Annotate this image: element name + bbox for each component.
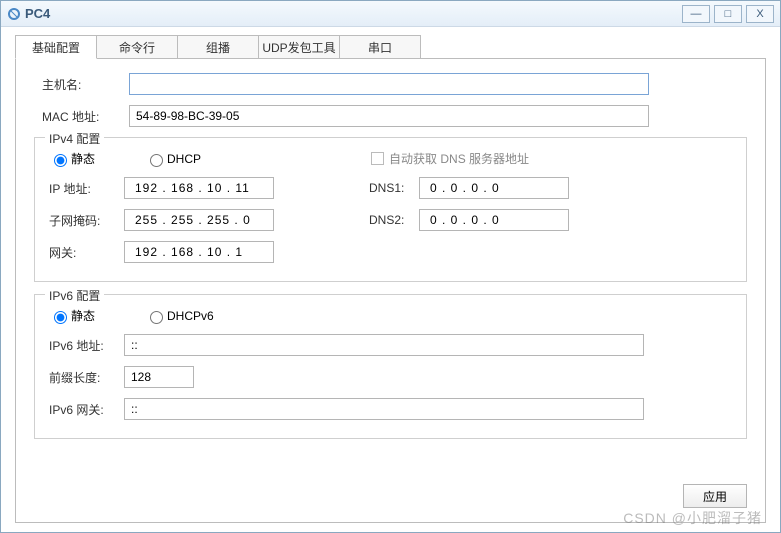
window-title: PC4: [25, 6, 678, 21]
ip-input[interactable]: 192 . 168 . 10 . 11: [124, 177, 274, 199]
ipv6-static-label: 静态: [71, 307, 95, 324]
tab-basic-config[interactable]: 基础配置: [15, 35, 97, 59]
client-area: 基础配置 命令行 组播 UDP发包工具 串口 主机名: MAC 地址: IPv4…: [1, 27, 780, 532]
minimize-button[interactable]: —: [682, 5, 710, 23]
mac-label: MAC 地址:: [34, 108, 129, 125]
ipv4-static-label: 静态: [71, 150, 95, 167]
ipv6-addr-input[interactable]: [124, 334, 644, 356]
ipv6-group: IPv6 配置 静态 DHCPv6 IPv6 地址: 前缀长度: IPv6 网关…: [34, 294, 747, 439]
ipv6-dhcpv6-radio[interactable]: DHCPv6: [145, 308, 214, 324]
ipv4-static-radio[interactable]: 静态: [49, 150, 95, 167]
ipv4-dhcp-label: DHCP: [167, 152, 201, 166]
ipv6-static-radio[interactable]: 静态: [49, 307, 95, 324]
mac-input[interactable]: [129, 105, 649, 127]
ipv4-legend: IPv4 配置: [45, 130, 104, 147]
dns2-label: DNS2:: [369, 213, 419, 227]
tab-strip: 基础配置 命令行 组播 UDP发包工具 串口: [15, 35, 766, 59]
tab-serial[interactable]: 串口: [339, 35, 421, 59]
tab-multicast[interactable]: 组播: [177, 35, 259, 59]
hostname-input[interactable]: [129, 73, 649, 95]
mask-label: 子网掩码:: [49, 212, 124, 229]
hostname-label: 主机名:: [34, 76, 129, 93]
app-icon: [7, 7, 21, 21]
tab-page-basic: 主机名: MAC 地址: IPv4 配置 静态 DHCP 自动获取 DNS 服务…: [15, 58, 766, 523]
prefix-input[interactable]: [124, 366, 194, 388]
ipv6-dhcpv6-label: DHCPv6: [167, 309, 214, 323]
ipv6-legend: IPv6 配置: [45, 287, 104, 304]
close-button[interactable]: X: [746, 5, 774, 23]
ip-label: IP 地址:: [49, 180, 124, 197]
apply-button[interactable]: 应用: [683, 484, 747, 508]
dns2-input[interactable]: 0 . 0 . 0 . 0: [419, 209, 569, 231]
ipv4-dhcp-radio[interactable]: DHCP: [145, 151, 201, 167]
gateway-input[interactable]: 192 . 168 . 10 . 1: [124, 241, 274, 263]
ipv6-gw-label: IPv6 网关:: [49, 401, 124, 418]
auto-dns-checkbox[interactable]: 自动获取 DNS 服务器地址: [371, 150, 529, 167]
auto-dns-label: 自动获取 DNS 服务器地址: [389, 150, 529, 167]
tab-cli[interactable]: 命令行: [96, 35, 178, 59]
prefix-label: 前缀长度:: [49, 369, 124, 386]
ipv6-addr-label: IPv6 地址:: [49, 337, 124, 354]
checkbox-icon: [371, 152, 384, 165]
gateway-label: 网关:: [49, 244, 124, 261]
tab-udp-sender[interactable]: UDP发包工具: [258, 35, 340, 59]
ipv6-gw-input[interactable]: [124, 398, 644, 420]
ipv4-group: IPv4 配置 静态 DHCP 自动获取 DNS 服务器地址 IP 地址:192…: [34, 137, 747, 282]
titlebar: PC4 — □ X: [1, 1, 780, 27]
window: PC4 — □ X 基础配置 命令行 组播 UDP发包工具 串口 主机名: MA…: [0, 0, 781, 533]
dns1-input[interactable]: 0 . 0 . 0 . 0: [419, 177, 569, 199]
dns1-label: DNS1:: [369, 181, 419, 195]
maximize-button[interactable]: □: [714, 5, 742, 23]
mask-input[interactable]: 255 . 255 . 255 . 0: [124, 209, 274, 231]
